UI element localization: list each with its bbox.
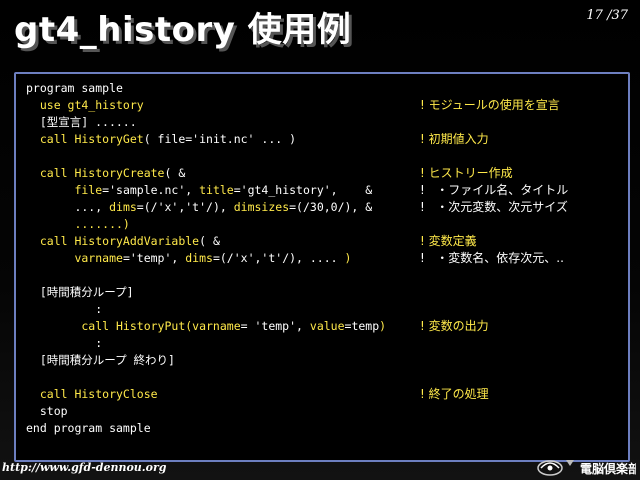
page-number: 17 /37 bbox=[586, 8, 628, 23]
code-line: file='sample.nc', title='gt4_history', & bbox=[26, 182, 372, 199]
code-line: : bbox=[26, 301, 102, 318]
code-line: [型宣言] ...... bbox=[26, 114, 137, 131]
code-token: title bbox=[199, 183, 234, 197]
code-token: end program sample bbox=[26, 421, 151, 435]
code-line: [時間積分ループ] bbox=[26, 284, 134, 301]
code-line: stop bbox=[26, 403, 68, 420]
code-token: dimsizes bbox=[233, 200, 290, 214]
code-line: call HistoryPut(varname= 'temp', value=t… bbox=[26, 318, 386, 335]
code-comment: ! 変数の出力 bbox=[420, 319, 489, 333]
code-token: =(/30,0/), & bbox=[289, 200, 373, 214]
code-line: call HistoryAddVariable( & bbox=[26, 233, 220, 250]
code-line: call HistoryClose bbox=[26, 386, 158, 403]
code-line: end program sample bbox=[26, 420, 151, 437]
footer-url[interactable]: http://www.gfd-dennou.org bbox=[2, 461, 166, 474]
code-token: : bbox=[26, 336, 103, 350]
code-token: =temp bbox=[344, 319, 380, 333]
code-token: ) bbox=[379, 319, 387, 333]
code-token: =(/'x','t'/), bbox=[136, 200, 234, 214]
code-token: call HistoryCreate bbox=[26, 166, 165, 180]
slide-title: gt4_history 使用例 bbox=[14, 10, 352, 50]
code-token: [型宣言] ...... bbox=[26, 115, 137, 129]
dennou-logo-icon: 電脳倶楽部 bbox=[537, 460, 636, 476]
code-token: call HistoryAddVariable bbox=[26, 234, 200, 248]
code-token: use gt4_history bbox=[26, 98, 144, 112]
code-token: ='temp', bbox=[122, 251, 186, 265]
code-token: ( file='init.nc' ... ) bbox=[143, 132, 297, 146]
code-token: .......) bbox=[26, 217, 130, 231]
code-comment: ! モジュールの使用を宣言 bbox=[420, 98, 560, 112]
code-comment: ! ・変数名、依存次元、.. bbox=[420, 251, 564, 265]
code-token: stop bbox=[26, 404, 68, 418]
code-line: use gt4_history bbox=[26, 97, 144, 114]
code-line: program sample bbox=[26, 80, 123, 97]
code-comment: ! 初期値入力 bbox=[420, 132, 489, 146]
code-line: [時間積分ループ 終わり] bbox=[26, 352, 175, 369]
code-token: =(/'x','t'/), .... bbox=[212, 251, 345, 265]
code-token: ( & bbox=[164, 166, 186, 180]
code-token: value bbox=[309, 319, 345, 333]
code-comment: ! 変数定義 bbox=[420, 234, 477, 248]
code-token: : bbox=[26, 302, 103, 316]
code-token: ..., bbox=[26, 200, 110, 214]
code-comment: ! ・次元変数、次元サイズ bbox=[420, 200, 568, 214]
code-token: = 'temp', bbox=[240, 319, 310, 333]
code-token: dims bbox=[185, 251, 213, 265]
code-comment: ! 終了の処理 bbox=[420, 387, 489, 401]
code-token: ) bbox=[344, 251, 352, 265]
code-token: ='sample.nc', bbox=[102, 183, 200, 197]
code-line: call HistoryGet( file='init.nc' ... ) bbox=[26, 131, 296, 148]
code-token: file bbox=[26, 183, 103, 197]
code-token: program sample bbox=[26, 81, 123, 95]
code-line: : bbox=[26, 335, 102, 352]
code-token: call HistoryClose bbox=[26, 387, 158, 401]
code-token: call HistoryGet bbox=[26, 132, 144, 146]
code-comment: ! ヒストリー作成 bbox=[420, 166, 513, 180]
code-line: varname='temp', dims=(/'x','t'/), .... ) bbox=[26, 250, 351, 267]
code-comment: ! ・ファイル名、タイトル bbox=[420, 183, 569, 197]
code-token: [時間積分ループ 終わり] bbox=[26, 353, 175, 367]
code-token: ( & bbox=[199, 234, 220, 248]
code-line: call HistoryCreate( & bbox=[26, 165, 185, 182]
code-token: [時間積分ループ] bbox=[26, 285, 134, 299]
code-token: ='gt4_history', & bbox=[233, 183, 373, 197]
logo-text: 電脳倶楽部 bbox=[580, 461, 636, 476]
code-token: call HistoryPut(varname bbox=[26, 319, 241, 333]
code-token: varname bbox=[26, 251, 123, 265]
code-listing-box: program sample use gt4_history [型宣言] ...… bbox=[14, 72, 630, 462]
code-line: ..., dims=(/'x','t'/), dimsizes=(/30,0/)… bbox=[26, 199, 372, 216]
code-line: .......) bbox=[26, 216, 130, 233]
code-token: dims bbox=[109, 200, 137, 214]
